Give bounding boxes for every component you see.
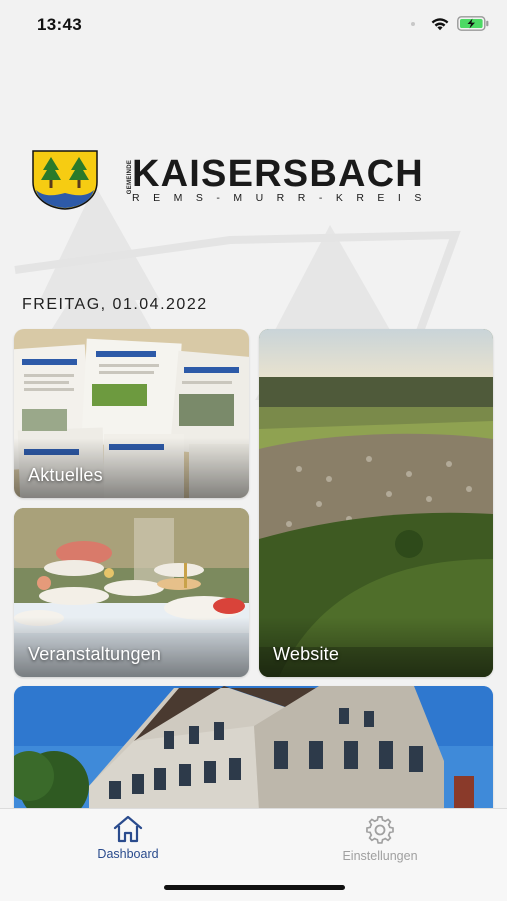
tile-aktuelles[interactable]: Aktuelles bbox=[14, 329, 249, 498]
battery-charging-icon bbox=[457, 16, 489, 31]
tile-label-website: Website bbox=[273, 644, 340, 664]
wifi-icon bbox=[431, 17, 449, 30]
tab-dashboard[interactable]: Dashboard bbox=[63, 815, 193, 861]
date-label: FREITAG, 01.04.2022 bbox=[22, 296, 208, 313]
status-icons bbox=[411, 16, 489, 31]
tile-veranstaltungen[interactable]: Veranstaltungen bbox=[14, 508, 249, 677]
home-icon bbox=[113, 815, 143, 843]
home-indicator[interactable] bbox=[164, 885, 345, 890]
tile-label-aktuelles: Aktuelles bbox=[28, 465, 103, 485]
gear-icon bbox=[366, 816, 394, 844]
crest-icon bbox=[32, 150, 98, 210]
status-bar: 13:43 bbox=[0, 0, 507, 50]
building-image bbox=[14, 686, 493, 810]
logo-subtitle: REMS-MURR-KREIS bbox=[132, 192, 435, 204]
tile-building[interactable] bbox=[14, 686, 493, 810]
tile-label-veranstaltungen: Veranstaltungen bbox=[28, 644, 162, 664]
status-time: 13:43 bbox=[37, 15, 82, 34]
tab-label-dashboard: Dashboard bbox=[97, 847, 159, 861]
tile-website[interactable]: Website bbox=[259, 329, 493, 677]
tab-label-einstellungen: Einstellungen bbox=[342, 849, 418, 863]
kaisersbach-logo: GEMEINDE KAISERSBACH REMS-MURR-KREIS bbox=[32, 150, 472, 212]
tab-einstellungen[interactable]: Einstellungen bbox=[315, 815, 445, 863]
logo-title: KAISERSBACH bbox=[132, 153, 424, 195]
privacy-dot-icon bbox=[411, 21, 415, 26]
